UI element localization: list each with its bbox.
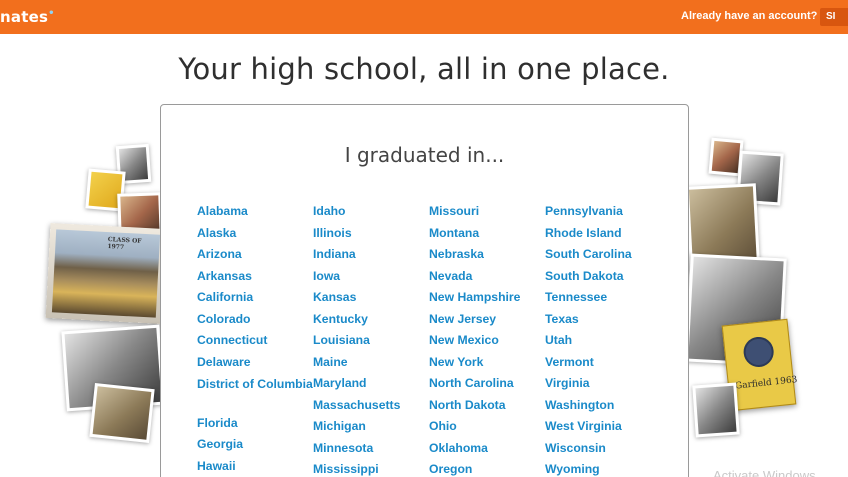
state-link[interactable]: Illinois — [313, 223, 429, 245]
state-link[interactable]: New York — [429, 352, 545, 374]
state-column-4: Pennsylvania Rhode Island South Carolina So… — [545, 201, 661, 477]
state-link[interactable]: Michigan — [313, 416, 429, 438]
page-headline: Your high school, all in one place. — [178, 52, 670, 86]
state-link[interactable]: Georgia — [197, 434, 313, 456]
state-link[interactable]: New Mexico — [429, 330, 545, 352]
state-link[interactable]: Alaska — [197, 223, 313, 245]
state-link[interactable]: North Dakota — [429, 395, 545, 417]
state-link[interactable]: Oregon — [429, 459, 545, 477]
state-link[interactable]: Idaho — [313, 201, 429, 223]
state-link[interactable]: Delaware — [197, 352, 313, 374]
state-link[interactable]: Nevada — [429, 266, 545, 288]
state-link[interactable]: Maryland — [313, 373, 429, 395]
state-link[interactable]: Nebraska — [429, 244, 545, 266]
state-column-2: Idaho Illinois Indiana Iowa Kansas Kentucky Lo… — [313, 201, 429, 477]
state-link[interactable]: Arizona — [197, 244, 313, 266]
state-link[interactable]: Washington — [545, 395, 661, 417]
state-link[interactable]: Kansas — [313, 287, 429, 309]
state-link[interactable]: Pennsylvania — [545, 201, 661, 223]
state-link[interactable]: New Jersey — [429, 309, 545, 331]
state-link[interactable]: Montana — [429, 223, 545, 245]
state-link[interactable]: Indiana — [313, 244, 429, 266]
logo-text: nates — [0, 8, 49, 26]
state-column-3: Missouri Montana Nebraska Nevada New Hampshi… — [429, 201, 545, 477]
state-link[interactable]: Louisiana — [313, 330, 429, 352]
state-link[interactable]: Arkansas — [197, 266, 313, 288]
card-title: I graduated in... — [344, 143, 505, 167]
photo-school-event — [89, 383, 155, 443]
state-link[interactable]: Ohio — [429, 416, 545, 438]
yearbook-left: CLASS OF 1977 — [45, 223, 167, 324]
state-link[interactable]: Maine — [313, 352, 429, 374]
state-link[interactable]: Missouri — [429, 201, 545, 223]
yearbook-left-caption: CLASS OF 1977 — [107, 236, 142, 251]
state-link[interactable]: Alabama — [197, 201, 313, 223]
state-link[interactable]: North Carolina — [429, 373, 545, 395]
state-link[interactable]: Utah — [545, 330, 661, 352]
state-link[interactable]: Oklahoma — [429, 438, 545, 460]
state-link[interactable]: South Dakota — [545, 266, 661, 288]
state-link[interactable]: Connecticut — [197, 330, 313, 352]
state-link[interactable]: Iowa — [313, 266, 429, 288]
account-prompt: Already have an account? — [681, 10, 818, 22]
seal-icon — [742, 335, 776, 369]
state-link[interactable]: Colorado — [197, 309, 313, 331]
photo-basketball — [692, 382, 740, 438]
state-link[interactable]: Florida — [197, 413, 313, 435]
state-link[interactable]: Massachusetts — [313, 395, 429, 417]
logo-dot-icon: • — [48, 8, 55, 19]
activation-watermark: Activate Windows — [713, 468, 816, 477]
state-link[interactable]: Vermont — [545, 352, 661, 374]
state-column-1: Alabama Alaska Arizona Arkansas California Co… — [197, 201, 313, 477]
state-link[interactable]: Tennessee — [545, 287, 661, 309]
state-link[interactable]: Hawaii — [197, 456, 313, 477]
state-link[interactable]: Mississippi — [313, 459, 429, 477]
state-link[interactable]: Wyoming — [545, 459, 661, 477]
state-link[interactable]: West Virginia — [545, 416, 661, 438]
state-picker-card: I graduated in... Alabama Alaska Arizona Ar… — [160, 104, 689, 477]
state-link[interactable]: New Hampshire — [429, 287, 545, 309]
state-link[interactable]: Kentucky — [313, 309, 429, 331]
state-link[interactable]: Wisconsin — [545, 438, 661, 460]
state-link[interactable]: South Carolina — [545, 244, 661, 266]
sign-in-button[interactable]: SI — [820, 8, 848, 26]
state-link[interactable]: Rhode Island — [545, 223, 661, 245]
logo[interactable]: nates• — [0, 8, 55, 26]
state-link[interactable]: Virginia — [545, 373, 661, 395]
yearbook-right-caption: Garfield 1963 — [734, 375, 798, 392]
top-bar: nates• Already have an account? SI — [0, 0, 848, 34]
state-link[interactable]: Texas — [545, 309, 661, 331]
state-link[interactable]: Minnesota — [313, 438, 429, 460]
state-link[interactable]: District of Columbia — [197, 373, 313, 413]
state-link[interactable]: California — [197, 287, 313, 309]
